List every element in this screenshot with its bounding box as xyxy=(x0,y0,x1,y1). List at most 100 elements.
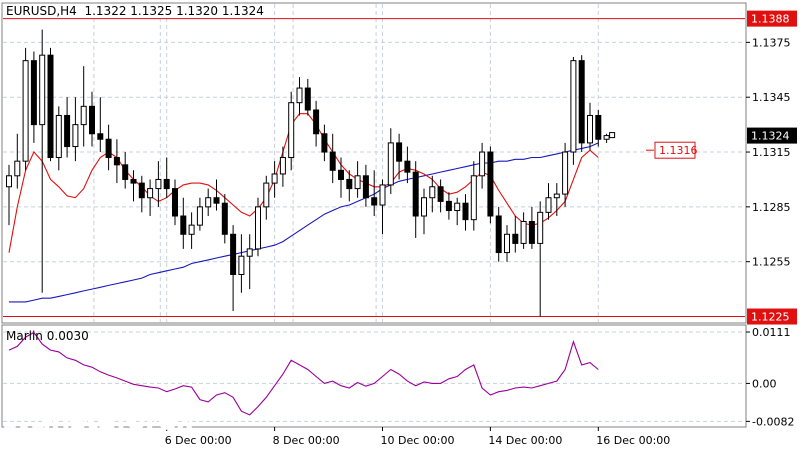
candle-body xyxy=(587,114,593,144)
candle-body xyxy=(72,124,79,148)
candle-body xyxy=(595,114,602,140)
candle-body xyxy=(196,206,203,226)
candle-body xyxy=(562,151,569,195)
target-label: 1.1316 xyxy=(659,144,698,157)
candle-body xyxy=(313,109,320,135)
candle-body xyxy=(172,188,178,217)
candle-body xyxy=(437,186,444,202)
candle-body xyxy=(379,184,386,206)
candle-body xyxy=(545,197,552,213)
candle-body xyxy=(221,202,228,235)
candle-body xyxy=(230,233,237,275)
candle-body xyxy=(155,178,162,190)
chart-canvas: 1.1375 1.1345 1.1315 1.1285 1.1255 0.0111 0.0… xyxy=(0,0,802,452)
candle-body xyxy=(396,142,403,162)
candle-body xyxy=(387,142,394,186)
candle-body xyxy=(255,206,261,250)
candle-body xyxy=(113,157,120,166)
candle-body xyxy=(39,54,46,126)
candle-body xyxy=(89,105,95,135)
candle-body xyxy=(412,171,419,217)
candle-body xyxy=(362,175,369,199)
time-tick-label: 8 Dec 00:00 xyxy=(273,434,340,447)
level-tag-label: 1.1388 xyxy=(751,13,790,26)
candle-body xyxy=(55,114,62,159)
candle-body xyxy=(479,151,486,177)
candle-body xyxy=(454,202,461,212)
candle-body xyxy=(14,160,21,177)
candle-body xyxy=(421,197,427,217)
candle-body xyxy=(338,169,344,180)
candle-body xyxy=(329,151,336,171)
candle-body xyxy=(22,60,29,162)
oscillator-tick-label: 0.00 xyxy=(752,377,777,390)
candle-body xyxy=(263,182,270,208)
candle-body xyxy=(238,255,245,275)
candle-body xyxy=(64,114,71,148)
candle-body xyxy=(122,164,129,180)
oscillator-tick-label: -0.0082 xyxy=(752,415,794,428)
symbol-label: EURUSD,H4 xyxy=(6,4,77,18)
price-tick-label: 1.1375 xyxy=(752,36,791,49)
candle-body xyxy=(537,211,544,244)
candle-body xyxy=(346,178,353,190)
price-tick-label: 1.1315 xyxy=(752,146,791,159)
candle-body xyxy=(271,173,278,184)
logo-mark-icon xyxy=(4,406,44,446)
current-price-label: 1.1324 xyxy=(751,130,790,143)
candle-body xyxy=(97,133,104,140)
candle-body xyxy=(138,182,145,199)
candle-body xyxy=(570,60,577,153)
candle-body xyxy=(404,160,411,173)
candle-body xyxy=(578,60,585,144)
candle-body xyxy=(296,87,303,104)
candle-body xyxy=(47,54,54,159)
candle-body xyxy=(163,178,170,190)
current-price-marker xyxy=(609,132,616,139)
candle-body xyxy=(462,202,469,221)
price-tick-label: 1.1285 xyxy=(752,201,791,214)
time-tick-label: 16 Dec 00:00 xyxy=(596,434,670,447)
candle-body xyxy=(180,215,187,235)
candle-body xyxy=(130,178,137,184)
price-tick-label: 1.1345 xyxy=(752,91,791,104)
indicator-value: 0.0030 xyxy=(46,329,89,343)
logo-wordmark: instaforex xyxy=(42,403,194,436)
ohlc-values: 1.1322 1.1325 1.1320 1.1324 xyxy=(84,4,264,18)
candle-body xyxy=(445,200,452,212)
candle-body xyxy=(495,215,502,254)
candle-body xyxy=(429,186,436,199)
candle-body xyxy=(603,135,610,140)
candle-body xyxy=(147,188,154,199)
candle-body xyxy=(246,248,253,257)
candle-body xyxy=(80,105,87,126)
candle-body xyxy=(30,60,37,126)
candle-body xyxy=(288,102,295,159)
candle-body xyxy=(520,220,527,244)
candle-body xyxy=(512,233,519,244)
candle-body xyxy=(6,175,12,188)
time-tick-label: 14 Dec 00:00 xyxy=(488,434,562,447)
candle-body xyxy=(504,233,510,254)
candle-body xyxy=(354,175,361,190)
candle-body xyxy=(528,220,535,244)
candle-body xyxy=(321,133,328,153)
indicator-header: Marlin 0.0030 xyxy=(6,329,89,343)
candle-body xyxy=(205,197,212,208)
candle-body xyxy=(279,157,286,175)
candle-body xyxy=(487,151,494,217)
logo-tagline: Instant Forex Trading xyxy=(47,436,163,449)
price-tick-label: 1.1255 xyxy=(752,256,791,269)
level-tag-label: 1.1225 xyxy=(751,311,790,324)
indicator-name: Marlin xyxy=(6,329,43,343)
candle-body xyxy=(213,197,220,204)
time-tick-label: 10 Dec 00:00 xyxy=(381,434,455,447)
candle-body xyxy=(470,175,477,221)
chart-header: EURUSD,H4 1.1322 1.1325 1.1320 1.1324 xyxy=(6,4,264,18)
brand-logo: instaforex Instant Forex Trading xyxy=(2,402,194,450)
candle-body xyxy=(188,224,195,235)
candle-body xyxy=(371,197,378,206)
candle-body xyxy=(304,87,311,111)
candle-body xyxy=(105,138,112,159)
oscillator-tick-label: 0.0111 xyxy=(752,326,791,339)
